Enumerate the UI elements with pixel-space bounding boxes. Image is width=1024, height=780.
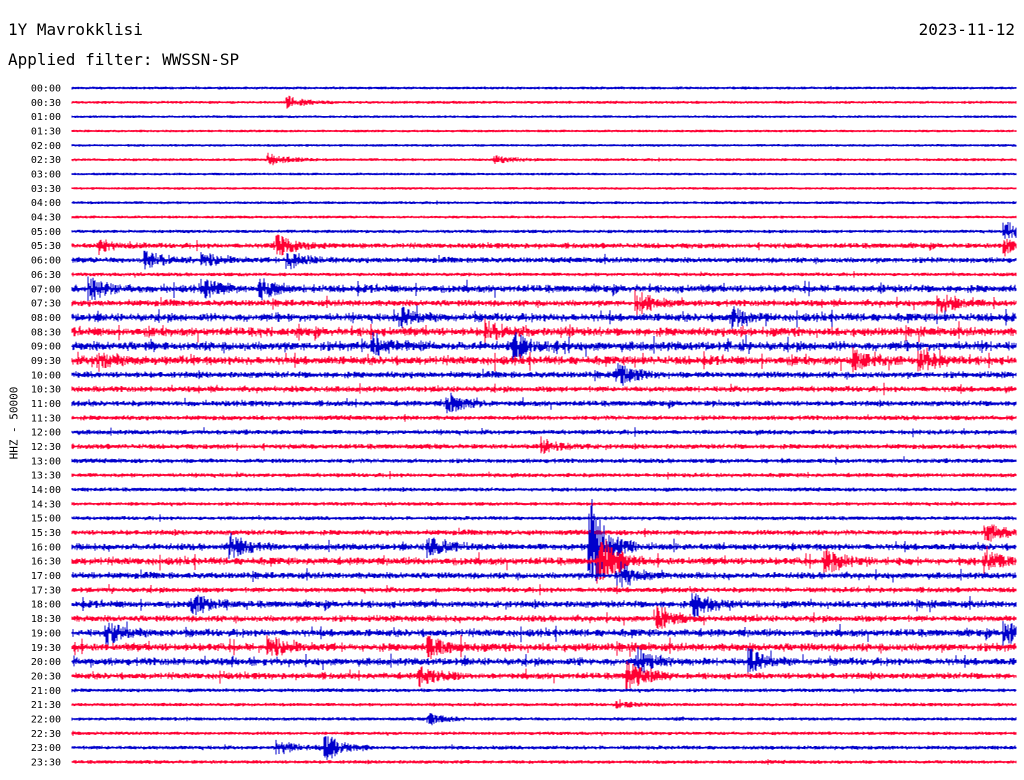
time-label: 05:00	[31, 227, 61, 238]
time-label: 12:30	[31, 442, 61, 453]
time-label: 09:30	[31, 356, 61, 367]
time-label: 18:00	[31, 600, 61, 611]
time-label: 14:00	[31, 485, 61, 496]
time-label: 19:00	[31, 628, 61, 639]
time-label: 10:00	[31, 370, 61, 381]
time-label: 03:30	[31, 184, 61, 195]
time-label: 01:00	[31, 112, 61, 123]
time-label: 19:30	[31, 643, 61, 654]
time-label: 15:30	[31, 528, 61, 539]
time-label: 04:30	[31, 213, 61, 224]
time-label: 16:00	[31, 542, 61, 553]
time-label: 20:00	[31, 657, 61, 668]
time-label: 17:00	[31, 571, 61, 582]
seismic-trace	[71, 499, 1017, 582]
time-label: 01:30	[31, 127, 61, 138]
seismic-trace	[71, 699, 1017, 709]
time-label: 08:30	[31, 327, 61, 338]
seismic-trace	[71, 593, 1017, 618]
time-label: 07:00	[31, 284, 61, 295]
time-label: 12:00	[31, 428, 61, 439]
time-label: 08:00	[31, 313, 61, 324]
time-label: 06:30	[31, 270, 61, 281]
time-label: 09:00	[31, 342, 61, 353]
time-label: 05:30	[31, 241, 61, 252]
time-label: 13:00	[31, 456, 61, 467]
time-label: 11:30	[31, 413, 61, 424]
seismic-trace	[71, 621, 1017, 649]
time-label: 17:30	[31, 585, 61, 596]
seismic-trace	[71, 152, 1017, 166]
time-label: 20:30	[31, 671, 61, 682]
time-label: 02:00	[31, 141, 61, 152]
time-label: 11:00	[31, 399, 61, 410]
time-label: 03:00	[31, 170, 61, 181]
time-label: 13:30	[31, 471, 61, 482]
time-label: 23:00	[31, 743, 61, 754]
time-label: 18:30	[31, 614, 61, 625]
time-label: 02:30	[31, 155, 61, 166]
time-label: 22:30	[31, 729, 61, 740]
seismic-trace	[71, 436, 1017, 454]
time-label: 21:00	[31, 686, 61, 697]
helicorder-plot: 00:00 00:30 01:00 01:30 02:00 02:30 03:00 03:30…	[31, 84, 1017, 768]
time-label: 06:00	[31, 256, 61, 267]
time-label: 04:00	[31, 198, 61, 209]
time-label: 10:30	[31, 385, 61, 396]
seismic-trace	[71, 561, 1017, 588]
time-label: 14:30	[31, 499, 61, 510]
seismic-trace	[71, 605, 1017, 629]
seismic-trace	[71, 222, 1017, 239]
time-label: 22:00	[31, 714, 61, 725]
time-label: 23:30	[31, 757, 61, 768]
time-label: 21:30	[31, 700, 61, 711]
time-label: 15:00	[31, 514, 61, 525]
time-label: 16:30	[31, 557, 61, 568]
time-label: 07:30	[31, 299, 61, 310]
time-label: 00:00	[31, 84, 61, 95]
seismic-trace	[71, 347, 1017, 373]
time-label: 00:30	[31, 98, 61, 109]
